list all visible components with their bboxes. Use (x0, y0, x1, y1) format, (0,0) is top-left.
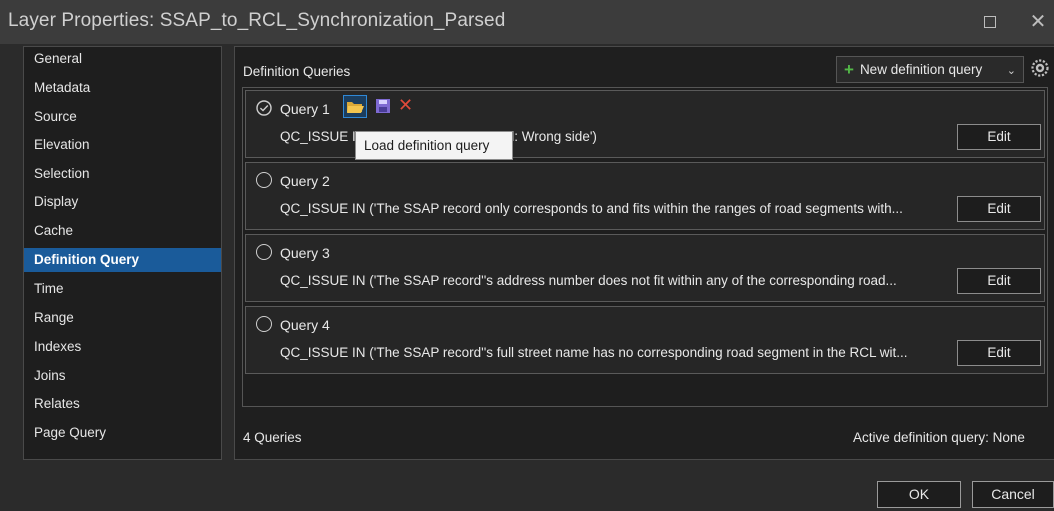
save-icon[interactable] (374, 97, 392, 115)
query-name: Query 4 (280, 317, 330, 333)
query-radio[interactable] (256, 244, 272, 260)
check-circle-icon[interactable] (256, 100, 272, 116)
edit-query-button[interactable]: Edit (957, 124, 1041, 150)
query-count: 4 Queries (243, 430, 302, 445)
query-expression: QC_ISSUE IN ('The SSAP record only corre… (280, 201, 903, 216)
query-card-3[interactable]: Query 3 QC_ISSUE IN ('The SSAP record''s… (245, 234, 1045, 302)
sidebar-item-display[interactable]: Display (24, 190, 221, 214)
load-definition-query-button[interactable] (343, 95, 367, 118)
edit-query-button[interactable]: Edit (957, 268, 1041, 294)
load-definition-query-tooltip: Load definition query (355, 131, 513, 160)
new-definition-query-label: New definition query (859, 62, 983, 77)
sidebar-item-page-query[interactable]: Page Query (24, 421, 221, 445)
new-definition-query-button[interactable]: + New definition query ⌄ (836, 56, 1024, 83)
sidebar-item-relates[interactable]: Relates (24, 392, 221, 416)
query-name: Query 3 (280, 245, 330, 261)
sidebar-item-elevation[interactable]: Elevation (24, 133, 221, 157)
close-window-button[interactable]: ✕ (1024, 8, 1052, 36)
plus-icon: + (844, 60, 854, 79)
query-expression: QC_ISSUE IN ('The SSAP record''s address… (280, 273, 897, 288)
edit-query-button[interactable]: Edit (957, 196, 1041, 222)
active-definition-query-status: Active definition query: None (853, 430, 1025, 445)
close-icon: ✕ (1029, 11, 1047, 33)
sidebar-item-range[interactable]: Range (24, 306, 221, 330)
panel-title: Definition Queries (243, 64, 351, 79)
delete-icon[interactable]: ✕ (398, 96, 413, 114)
query-expression: QC_ISSUE IN ('The SSAP record''s full st… (280, 345, 908, 360)
sidebar-item-time[interactable]: Time (24, 277, 221, 301)
sidebar-item-metadata[interactable]: Metadata (24, 76, 221, 100)
query-radio[interactable] (256, 316, 272, 332)
query-card-4[interactable]: Query 4 QC_ISSUE IN ('The SSAP record''s… (245, 306, 1045, 374)
edit-query-button[interactable]: Edit (957, 340, 1041, 366)
query-name: Query 2 (280, 173, 330, 189)
property-pages-sidebar: General Metadata Source Elevation Select… (23, 46, 222, 460)
query-expression-start: QC_ISSUE I (280, 129, 356, 144)
sidebar-item-joins[interactable]: Joins (24, 364, 221, 388)
query-radio[interactable] (256, 172, 272, 188)
sidebar-item-indexes[interactable]: Indexes (24, 335, 221, 359)
query-card-2[interactable]: Query 2 QC_ISSUE IN ('The SSAP record on… (245, 162, 1045, 230)
sidebar-item-source[interactable]: Source (24, 105, 221, 129)
sidebar-item-definition-query[interactable]: Definition Query (24, 248, 221, 272)
square-icon (984, 16, 996, 28)
cancel-button[interactable]: Cancel (972, 481, 1054, 508)
gear-icon[interactable] (1029, 57, 1051, 79)
query-expression-end: ail: Wrong side') (500, 129, 597, 144)
window-title: Layer Properties: SSAP_to_RCL_Synchroniz… (8, 10, 506, 31)
chevron-down-icon[interactable]: ⌄ (1007, 64, 1016, 77)
query-name: Query 1 (280, 101, 330, 117)
definition-query-panel: Definition Queries + New definition quer… (234, 46, 1054, 460)
sidebar-item-selection[interactable]: Selection (24, 162, 221, 186)
sidebar-item-cache[interactable]: Cache (24, 219, 221, 243)
title-bar: Layer Properties: SSAP_to_RCL_Synchroniz… (0, 0, 1054, 44)
ok-button[interactable]: OK (877, 481, 961, 508)
maximize-button[interactable] (976, 8, 1004, 36)
sidebar-item-general[interactable]: General (24, 47, 221, 71)
